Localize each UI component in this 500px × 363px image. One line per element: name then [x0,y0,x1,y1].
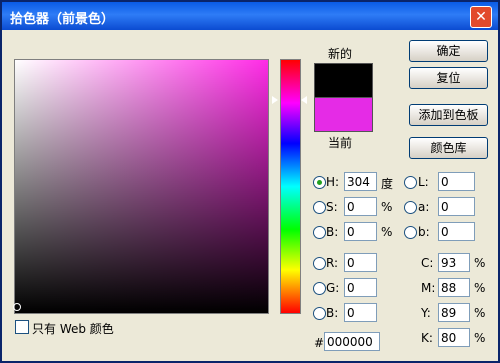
brightness-input[interactable]: 0 [344,222,377,241]
saturation-label: S: [326,200,338,214]
blue-input[interactable]: 0 [344,303,377,322]
cyan-input[interactable]: 93 [438,253,470,272]
lab-l-input[interactable]: 0 [438,172,475,191]
lab-b-label: b: [418,225,430,239]
lab-l-radio[interactable] [404,176,417,189]
color-picker-dialog: 拾色器（前景色） ✕ 新的 当前 确定 复位 添加到色板 颜色库 H: 304 … [0,0,500,363]
hue-unit: 度 [381,177,394,191]
color-field[interactable] [14,59,269,314]
black-input[interactable]: 80 [438,328,470,347]
new-color-label: 新的 [328,47,353,61]
lab-a-radio[interactable] [404,201,417,214]
yellow-label: Y: [421,306,431,320]
black-unit: % [474,331,486,345]
lab-b-radio[interactable] [404,226,417,239]
brightness-unit: % [381,225,393,239]
blue-radio[interactable] [313,307,326,320]
hue-radio[interactable] [313,176,326,189]
dialog-title: 拾色器（前景色） [10,12,115,27]
ok-button[interactable]: 确定 [409,40,488,62]
blue-label: B: [326,306,339,320]
title-bar: 拾色器（前景色） ✕ [2,2,498,30]
lab-b-input[interactable]: 0 [438,222,475,241]
saturation-radio[interactable] [313,201,326,214]
hex-input[interactable]: 000000 [324,332,380,351]
new-color-swatch [314,63,373,98]
hue-slider-left-arrow[interactable] [272,96,278,104]
cyan-label: C: [421,256,434,270]
lab-l-label: L: [418,175,429,189]
green-radio[interactable] [313,282,326,295]
lab-a-input[interactable]: 0 [438,197,475,216]
web-colors-only-label: 只有 Web 颜色 [32,322,114,336]
hex-label: # [314,336,325,350]
lab-a-label: a: [418,200,430,214]
saturation-input[interactable]: 0 [344,197,377,216]
magenta-input[interactable]: 88 [438,278,470,297]
black-label: K: [421,331,433,345]
magenta-unit: % [474,281,486,295]
yellow-input[interactable]: 89 [438,303,470,322]
red-label: R: [326,256,339,270]
current-color-label: 当前 [328,136,353,150]
color-libraries-button[interactable]: 颜色库 [409,137,488,159]
saturation-unit: % [381,200,393,214]
current-color-swatch[interactable] [314,97,373,132]
magenta-label: M: [421,281,436,295]
add-to-swatches-button[interactable]: 添加到色板 [409,104,488,126]
hue-slider-right-arrow[interactable] [301,96,307,104]
web-colors-only-checkbox[interactable] [15,320,29,334]
hue-slider[interactable] [280,59,301,314]
green-label: G: [326,281,340,295]
color-field-cursor[interactable] [13,303,21,311]
hue-label: H: [326,175,340,189]
red-input[interactable]: 0 [344,253,377,272]
cyan-unit: % [474,256,486,270]
reset-button[interactable]: 复位 [409,67,488,89]
yellow-unit: % [474,306,486,320]
hue-input[interactable]: 304 [344,172,377,191]
red-radio[interactable] [313,257,326,270]
close-button[interactable]: ✕ [470,6,492,28]
brightness-label: B: [326,225,339,239]
brightness-radio[interactable] [313,226,326,239]
green-input[interactable]: 0 [344,278,377,297]
